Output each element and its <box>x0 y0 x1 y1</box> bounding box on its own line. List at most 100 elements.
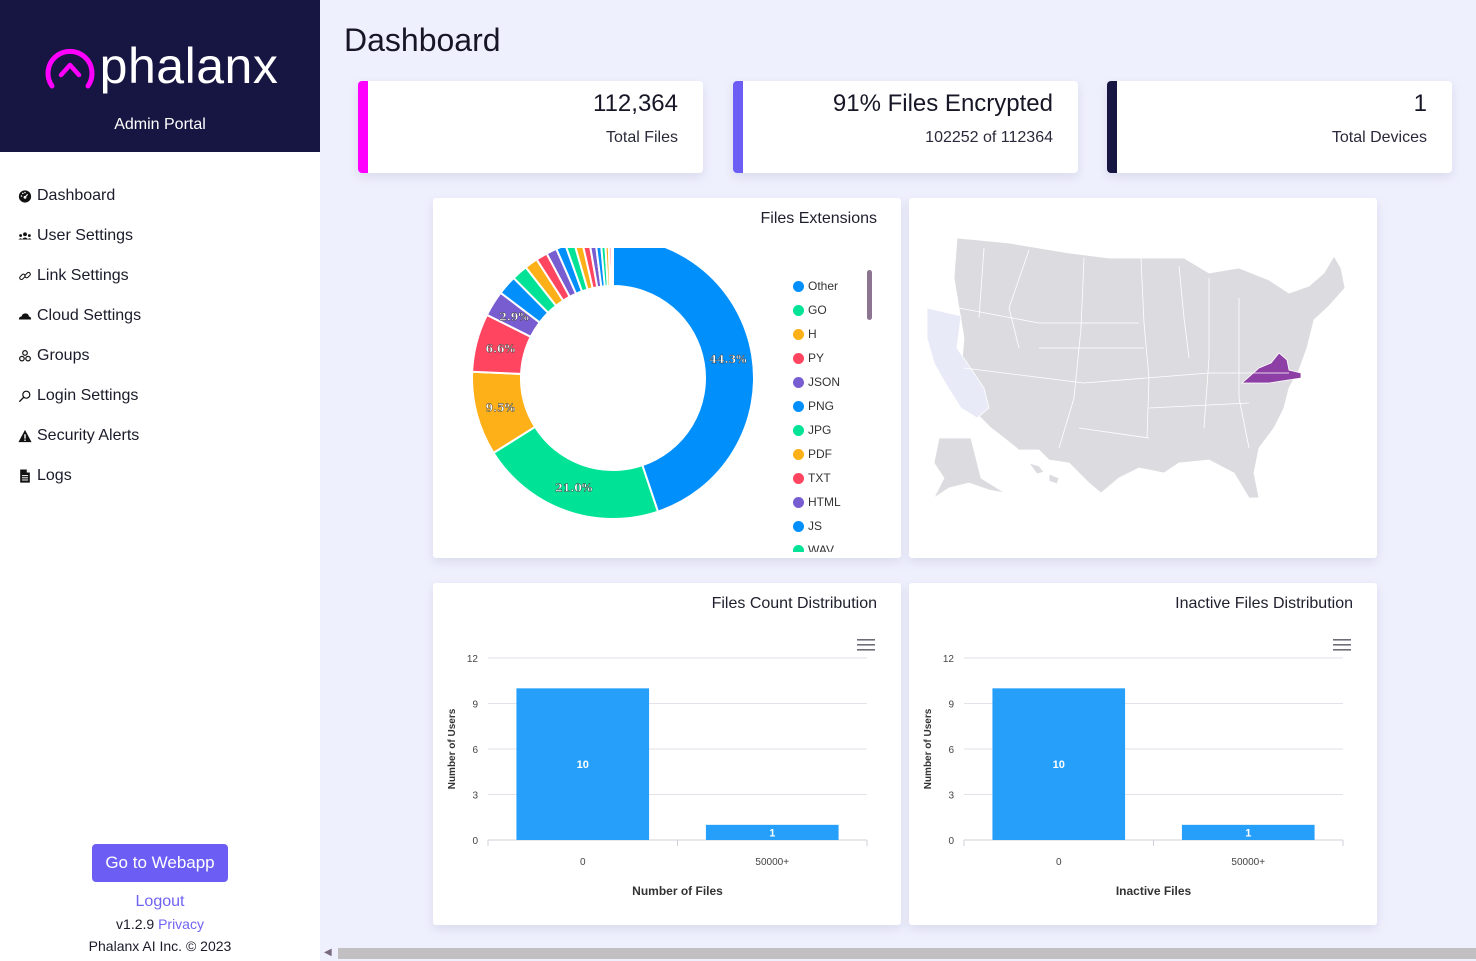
y-tick-label: 0 <box>472 836 478 847</box>
phalanx-logo-icon <box>45 48 95 89</box>
y-tick-label: 6 <box>472 745 478 756</box>
legend-label: TXT <box>808 471 831 485</box>
sidebar-item-label: User Settings <box>37 227 134 244</box>
y-tick-label: 3 <box>472 791 478 802</box>
sidebar-item-login-settings[interactable]: Login Settings <box>0 376 320 416</box>
sidebar-item-label: Security Alerts <box>37 427 140 444</box>
horizontal-scrollbar[interactable]: ◀ <box>320 946 1476 961</box>
sidebar-item-cloud-settings[interactable]: Cloud Settings <box>0 296 320 336</box>
sidebar-item-label: Cloud Settings <box>37 307 142 324</box>
legend-marker-icon <box>793 400 804 412</box>
stat-value: 91% Files Encrypted <box>832 90 1053 117</box>
legend-marker-icon <box>793 520 804 532</box>
legend-label: HTML <box>808 495 841 509</box>
sidebar-item-groups[interactable]: Groups <box>0 336 320 376</box>
brand-header: phalanx Admin Portal <box>0 0 320 152</box>
map-region-hawaii <box>1027 462 1060 485</box>
y-tick-label: 12 <box>943 654 955 665</box>
scrollbar-thumb[interactable] <box>338 948 1476 959</box>
y-axis-title: Number of Users <box>923 708 934 789</box>
stat-value: 1 <box>1413 90 1427 117</box>
files-count-bar-chart: 0 3 6 9 12 10 0 1 50000+ Number of Files Number of… <box>447 654 868 898</box>
inactive-files-panel: Inactive Files Distribution 0 3 6 9 12 10 0 1 50… <box>909 583 1377 925</box>
stat-card-total-files: 112,364 Total Files <box>358 81 703 173</box>
x-tick-label: 0 <box>580 857 586 868</box>
x-tick-label: 0 <box>1056 857 1062 868</box>
legend-item[interactable]: JPG <box>793 418 883 442</box>
legend-item[interactable]: H <box>793 322 883 346</box>
sidebar-item-security-alerts[interactable]: Security Alerts <box>0 416 320 456</box>
copyright-text: Phalanx AI Inc. © 2023 <box>88 938 232 954</box>
sidebar-item-label: Link Settings <box>37 267 129 284</box>
donut-slice-label: 21.0% <box>555 482 593 495</box>
legend-marker-icon <box>793 472 804 484</box>
legend-item[interactable]: PNG <box>793 394 883 418</box>
legend-marker-icon <box>793 352 804 364</box>
stat-label: Total Files <box>605 129 678 146</box>
brand-subtitle: Admin Portal <box>114 116 206 133</box>
legend-item[interactable]: WAV <box>793 538 883 552</box>
version-text: v1.2.9 <box>116 916 155 932</box>
sidebar-item-dashboard[interactable]: Dashboard <box>0 176 320 216</box>
legend-label: JS <box>808 519 823 533</box>
legend-marker-icon <box>793 376 804 388</box>
legend-label: PY <box>808 351 825 365</box>
y-tick-label: 12 <box>467 654 479 665</box>
x-axis-title: Inactive Files <box>1116 884 1192 898</box>
files-extensions-panel: Files Extensions 44.3% 21.0% 9.5% 6.6% 2.9% … <box>433 198 901 558</box>
sidebar-item-logs[interactable]: Logs <box>0 456 320 496</box>
donut-slice[interactable] <box>610 248 614 288</box>
sidebar: phalanx Admin Portal Dashboard User Sett… <box>0 0 320 961</box>
brand-name: phalanx <box>99 38 279 94</box>
inactive-files-bar-chart: 0 3 6 9 12 10 0 1 50000+ Inactive Files Number of … <box>923 654 1344 898</box>
legend-item[interactable]: PY <box>793 346 883 370</box>
files-count-panel: Files Count Distribution 0 3 6 9 12 10 0 1 50000… <box>433 583 901 925</box>
y-axis-title: Number of Users <box>447 708 458 789</box>
donut-slice-label: 9.5% <box>486 402 516 415</box>
legend-item[interactable]: TXT <box>793 466 883 490</box>
donut-slice-label: 6.6% <box>485 343 515 356</box>
legend-marker-icon <box>793 424 804 436</box>
legend-item[interactable]: PDF <box>793 442 883 466</box>
link-icon <box>17 268 33 284</box>
y-tick-label: 9 <box>472 700 478 711</box>
bar-value-label: 1 <box>1245 827 1251 839</box>
legend-marker-icon <box>793 304 804 316</box>
legend-label: Other <box>808 279 839 293</box>
sidebar-nav: Dashboard User Settings Link Settings Cl… <box>0 176 320 496</box>
y-tick-label: 9 <box>948 700 954 711</box>
users-icon <box>17 228 33 244</box>
document-icon <box>17 468 33 484</box>
legend-label: PDF <box>808 447 832 461</box>
stat-value: 112,364 <box>593 90 678 117</box>
stat-label: Total Devices <box>1331 129 1427 146</box>
legend-marker-icon <box>793 496 804 508</box>
sidebar-item-label: Dashboard <box>37 187 116 204</box>
y-tick-label: 0 <box>948 836 954 847</box>
sidebar-item-user-settings[interactable]: User Settings <box>0 216 320 256</box>
legend-item[interactable]: JSON <box>793 370 883 394</box>
donut-slice[interactable] <box>492 425 660 520</box>
donut-chart: 44.3%21.0%9.5%6.6%2.9% <box>471 248 755 520</box>
go-to-webapp-button[interactable]: Go to Webapp <box>92 844 228 882</box>
sidebar-item-label: Logs <box>37 467 72 484</box>
search-icon <box>17 388 33 404</box>
legend-label: PNG <box>808 399 835 413</box>
bar-value-label: 10 <box>1053 759 1065 771</box>
scroll-left-arrow-icon[interactable]: ◀ <box>324 947 332 958</box>
legend-scrollbar[interactable] <box>867 270 872 320</box>
sidebar-item-link-settings[interactable]: Link Settings <box>0 256 320 296</box>
sidebar-item-label: Groups <box>37 347 90 364</box>
legend-item[interactable]: JS <box>793 514 883 538</box>
logout-link[interactable]: Logout <box>0 893 320 911</box>
legend-label: H <box>808 327 817 341</box>
legend-item[interactable]: HTML <box>793 490 883 514</box>
chart-title: Files Extensions <box>760 210 878 227</box>
legend-marker-icon <box>793 544 804 552</box>
legend-label: WAV <box>808 543 834 552</box>
stat-accent-bar <box>733 81 743 173</box>
warning-icon <box>17 428 33 444</box>
sidebar-footer: Go to Webapp Logout v1.2.9 Privacy Phala… <box>0 844 320 954</box>
page-title: Dashboard <box>344 22 501 58</box>
privacy-link[interactable]: Privacy <box>158 916 204 932</box>
